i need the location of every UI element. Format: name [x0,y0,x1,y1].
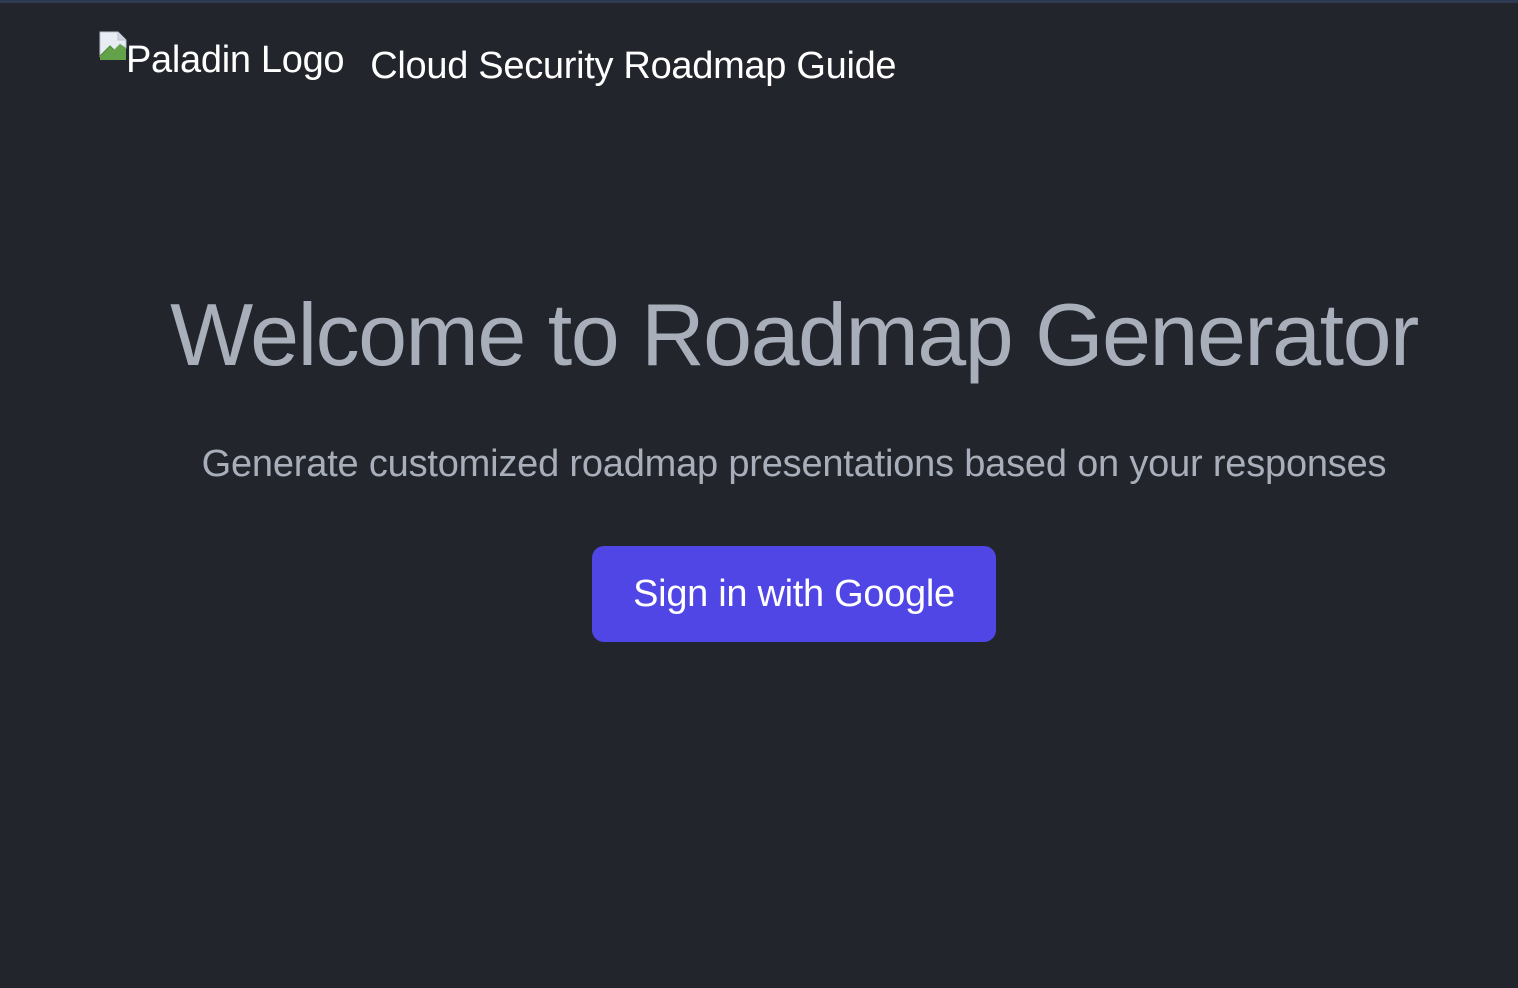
page-title: Welcome to Roadmap Generator [170,285,1419,384]
sign-in-google-button[interactable]: Sign in with Google [592,546,996,642]
hero-section: Welcome to Roadmap Generator Generate cu… [0,280,1518,486]
top-border [0,0,1518,3]
logo[interactable]: Paladin Logo [98,31,345,82]
logo-alt-text: Paladin Logo [126,39,345,81]
site-header: Paladin Logo Cloud Security Roadmap Guid… [98,30,897,100]
app-title: Cloud Security Roadmap Guide [370,45,897,87]
page-subtitle: Generate customized roadmap presentation… [201,443,1387,485]
